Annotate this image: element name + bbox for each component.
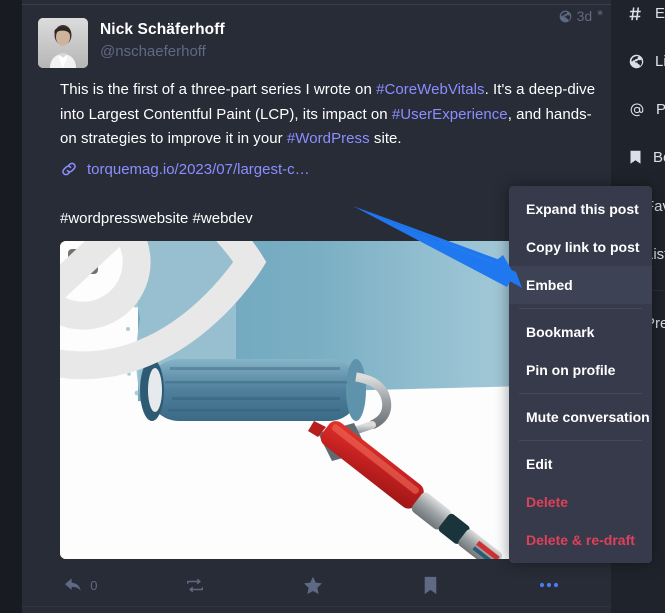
status-header: Nick Schäferhoff @nschaeferhoff xyxy=(38,18,595,70)
hashtag-link[interactable]: #WordPress xyxy=(287,130,370,147)
reply-arrow-icon xyxy=(64,577,83,594)
status-meta: 3d * xyxy=(559,8,603,24)
link-chain-icon xyxy=(60,160,78,178)
boost-repeat-icon xyxy=(185,577,205,594)
at-sign-icon xyxy=(629,102,645,118)
more-options-button[interactable] xyxy=(493,570,611,600)
link-preview-label: torquemag.io/2023/07/largest-c… xyxy=(87,160,310,178)
avatar[interactable] xyxy=(38,18,88,68)
column-top-divider xyxy=(22,4,611,5)
hashtag-link[interactable]: #CoreWebVitals xyxy=(376,81,485,98)
author-names: Nick Schäferhoff @nschaeferhoff xyxy=(100,20,225,62)
reply-button[interactable]: 0 xyxy=(22,570,140,600)
menu-item-delete[interactable]: Delete xyxy=(509,483,652,521)
nav-item-explore[interactable]: Explore xyxy=(629,5,665,22)
ellipsis-icon xyxy=(539,582,559,588)
menu-item-expand-this-post[interactable]: Expand this post xyxy=(509,190,652,228)
bookmark-icon xyxy=(629,150,642,165)
star-icon xyxy=(303,576,323,595)
mastodon-status-screen: Explore Live feeds Private mentions Book… xyxy=(0,0,665,613)
hashtag-link[interactable]: #UserExperience xyxy=(392,106,508,123)
link-preview[interactable]: torquemag.io/2023/07/largest-c… xyxy=(60,160,310,178)
nav-item-label: Live feeds xyxy=(655,53,665,70)
nav-item-label: Explore xyxy=(655,5,665,22)
menu-item-pin-on-profile[interactable]: Pin on profile xyxy=(509,351,652,389)
nav-item-live-feeds[interactable]: Live feeds xyxy=(629,53,665,70)
bookmark-icon xyxy=(423,576,438,595)
status-media[interactable] xyxy=(60,241,530,559)
hashtag-icon xyxy=(629,6,644,21)
status-options-menu: Expand this post Copy link to post Embed… xyxy=(509,186,652,563)
nav-item-bookmarks[interactable]: Bookmarks xyxy=(629,149,665,166)
globe-icon xyxy=(559,10,572,23)
edited-marker: * xyxy=(597,7,603,24)
boost-button[interactable] xyxy=(140,570,258,600)
hashtag-row[interactable]: #wordpresswebsite #webdev xyxy=(60,209,253,229)
hide-media-button[interactable] xyxy=(60,241,267,379)
action-bar-divider xyxy=(22,606,611,607)
account-handle[interactable]: @nschaeferhoff xyxy=(100,41,225,62)
status-timestamp[interactable]: 3d xyxy=(577,8,593,24)
menu-item-edit[interactable]: Edit xyxy=(509,445,652,483)
globe-icon xyxy=(629,54,644,69)
menu-item-mute-conversation[interactable]: Mute conversation xyxy=(509,398,652,436)
nav-item-private-mentions[interactable]: Private mentions xyxy=(629,101,665,118)
eye-slash-icon xyxy=(60,241,318,421)
nav-item-label: Bookmarks xyxy=(653,149,665,166)
favourite-button[interactable] xyxy=(258,570,376,600)
status-action-bar: 0 xyxy=(22,563,611,607)
status-text-segment: site. xyxy=(369,130,402,147)
status-body: This is the first of a three-part series… xyxy=(60,78,605,152)
menu-separator xyxy=(519,393,642,394)
nav-item-label: Private mentions xyxy=(656,101,665,118)
menu-item-embed[interactable]: Embed xyxy=(509,266,652,304)
status-text-segment: This is the first of a three-part series… xyxy=(60,81,377,98)
menu-item-copy-link-to-post[interactable]: Copy link to post xyxy=(509,228,652,266)
menu-separator xyxy=(519,440,642,441)
reply-count: 0 xyxy=(90,577,98,593)
left-gutter xyxy=(0,0,22,613)
display-name[interactable]: Nick Schäferhoff xyxy=(100,20,225,40)
menu-item-bookmark[interactable]: Bookmark xyxy=(509,313,652,351)
menu-item-delete-and-redraft[interactable]: Delete & re-draft xyxy=(509,521,652,559)
menu-separator xyxy=(519,308,642,309)
bookmark-button[interactable] xyxy=(375,570,493,600)
